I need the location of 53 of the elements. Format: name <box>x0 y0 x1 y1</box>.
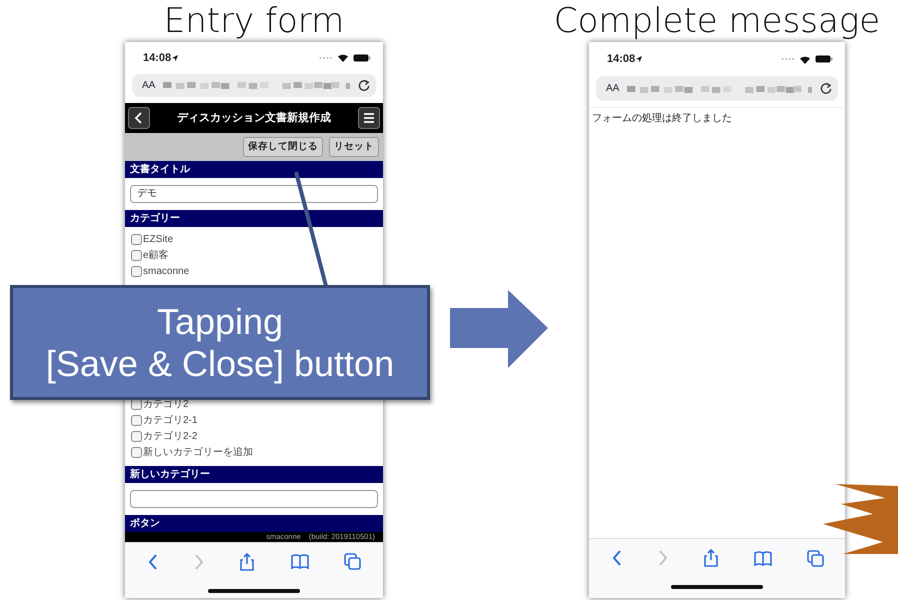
section-heading: 新しいカテゴリー <box>125 466 383 483</box>
option-label: e顧客 <box>143 248 169 264</box>
checkbox[interactable] <box>131 234 142 246</box>
tabs-icon[interactable] <box>344 553 362 570</box>
share-icon[interactable] <box>239 552 256 571</box>
slide-title: Entry form <box>164 0 344 42</box>
checkbox[interactable] <box>131 415 142 426</box>
address-bar[interactable]: AA <box>596 76 838 101</box>
section-heading: カテゴリー <box>125 210 383 227</box>
status-time: 14:08 <box>607 52 636 67</box>
toolbar-button[interactable]: 保存して閉じる <box>243 136 323 158</box>
status-time: 14:08 <box>143 50 172 66</box>
checkbox[interactable] <box>131 250 142 262</box>
tabs-icon[interactable] <box>806 550 824 566</box>
wifi-icon <box>337 53 349 62</box>
signal-dots-icon <box>319 56 333 60</box>
reload-icon[interactable] <box>820 82 832 95</box>
checkbox[interactable] <box>131 447 142 458</box>
option-label: カテゴリ2-1 <box>143 414 198 428</box>
reload-icon[interactable] <box>358 78 370 92</box>
text-size-label[interactable]: AA <box>142 78 156 93</box>
option-label: カテゴリ2-2 <box>143 430 198 444</box>
checkbox[interactable] <box>131 431 142 442</box>
location-icon <box>171 54 180 62</box>
section-heading: ボタン <box>125 514 383 532</box>
menu-icon[interactable] <box>358 106 380 129</box>
back-icon[interactable] <box>146 552 158 571</box>
checkbox[interactable] <box>131 399 142 410</box>
page-title: ディスカッション文書新規作成 <box>177 110 331 126</box>
battery-icon <box>815 55 833 63</box>
text-field[interactable]: デモ <box>130 184 378 203</box>
back-button-icon[interactable] <box>128 106 150 129</box>
callout-text: Tapping [Save & Close] button <box>46 300 394 384</box>
completion-message: フォームの処理は終了しました <box>589 107 845 129</box>
wifi-icon <box>799 54 811 64</box>
bookmarks-icon[interactable] <box>754 550 772 566</box>
text-size-label[interactable]: AA <box>606 81 620 96</box>
toolbar-button[interactable]: リセット <box>329 136 379 158</box>
back-icon[interactable] <box>610 549 622 567</box>
bookmarks-icon[interactable] <box>290 553 309 570</box>
address-bar[interactable]: AA <box>132 74 376 98</box>
option-label: EZSite <box>143 233 174 248</box>
checkbox[interactable] <box>131 266 142 278</box>
signal-dots-icon <box>781 57 795 61</box>
battery-icon <box>353 54 371 62</box>
right-arrow-icon <box>450 290 548 368</box>
share-icon[interactable] <box>702 549 718 567</box>
slide-title: Complete message <box>554 0 880 42</box>
option-label: 新しいカテゴリーを追加 <box>143 446 253 460</box>
section-heading: 文書タイトル <box>125 160 383 178</box>
text-field[interactable] <box>130 490 378 508</box>
option-label: smaconne <box>143 265 190 280</box>
location-icon <box>635 55 644 63</box>
